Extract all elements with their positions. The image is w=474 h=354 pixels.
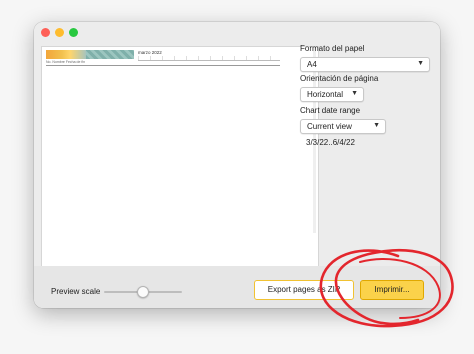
gantt-header-divider: [46, 65, 280, 66]
gantt-banner: [86, 50, 134, 59]
date-range-text: 3/3/22..6/4/22: [306, 138, 355, 147]
orientation-select[interactable]: Horizontal ▼: [300, 87, 364, 102]
chevron-down-icon: ▼: [351, 90, 358, 97]
gantt-page-header: marzo 2022 No. Nombre Fecha de fin: [46, 50, 280, 66]
title-bar: [34, 22, 440, 42]
orientation-value: Horizontal: [307, 89, 344, 99]
chevron-down-icon: ▼: [417, 60, 424, 67]
print-dialog-window: marzo 2022 No. Nombre Fecha de fin Forma…: [34, 22, 440, 308]
export-zip-button[interactable]: Export pages as ZIP: [254, 280, 354, 300]
zoom-window-button[interactable]: [69, 28, 78, 37]
preview-scale-slider-thumb[interactable]: [137, 286, 149, 298]
close-window-button[interactable]: [41, 28, 50, 37]
date-range-value: Current view: [307, 121, 352, 131]
paper-format-select[interactable]: A4 ▼: [300, 57, 430, 72]
date-range-label: Chart date range: [300, 106, 361, 115]
minimize-window-button[interactable]: [55, 28, 64, 37]
gantt-timeline-ticks: [138, 56, 280, 61]
preview-scale-label: Preview scale: [51, 287, 101, 296]
orientation-label: Orientación de página: [300, 74, 379, 83]
gantt-month-label: marzo 2022: [138, 50, 162, 55]
gantt-logo: [46, 50, 86, 59]
chevron-down-icon: ▼: [373, 122, 380, 129]
paper-format-value: A4: [307, 59, 317, 69]
date-range-select[interactable]: Current view ▼: [300, 119, 386, 134]
bottom-toolbar: Preview scale Export pages as ZIP Imprim…: [34, 266, 440, 308]
paper-format-label: Formato del papel: [300, 44, 365, 53]
print-preview: marzo 2022 No. Nombre Fecha de fin: [41, 46, 319, 286]
print-button[interactable]: Imprimir...: [360, 280, 424, 300]
gantt-column-headers: No. Nombre Fecha de fin: [46, 60, 86, 64]
